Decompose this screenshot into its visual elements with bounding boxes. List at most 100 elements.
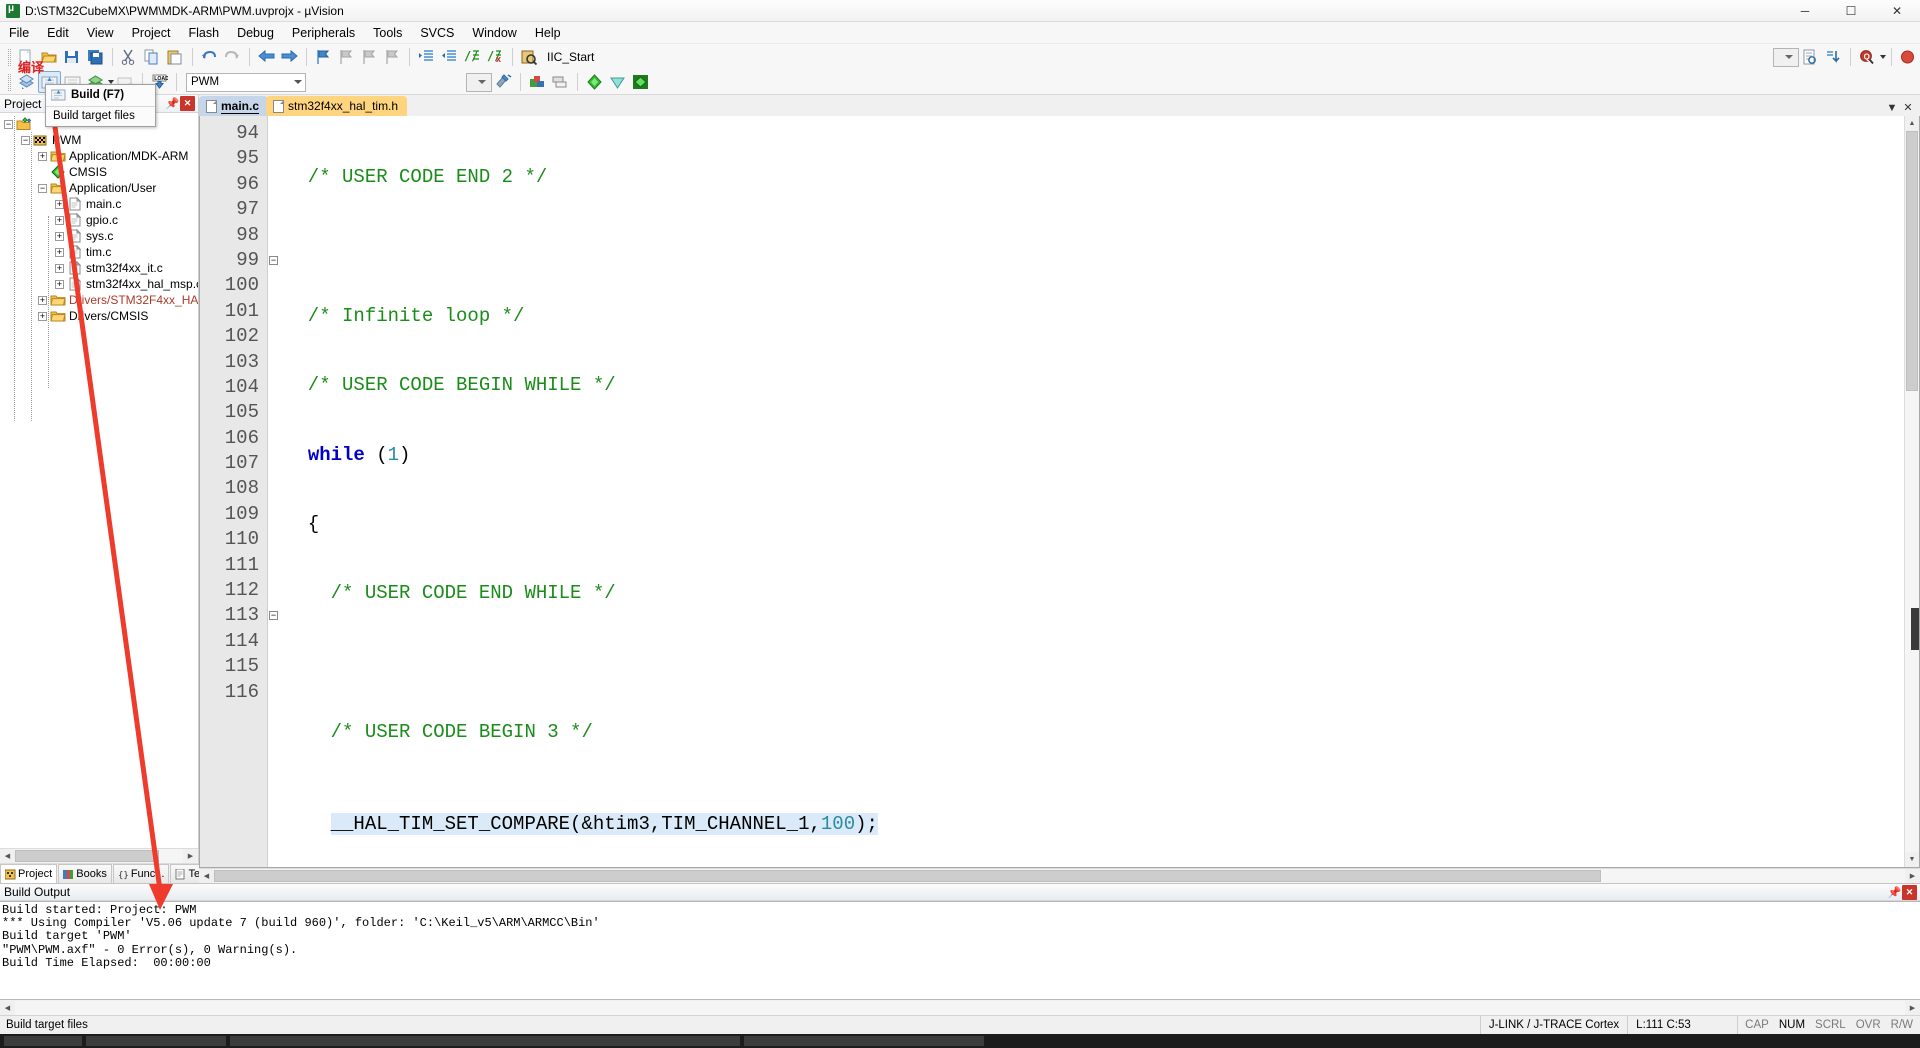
tree-expander[interactable]: − (21, 135, 30, 145)
tree-node-main-c[interactable]: + main.c (0, 196, 198, 212)
menu-peripherals[interactable]: Peripherals (283, 24, 364, 42)
scroll-left-arrow-icon[interactable]: ◀ (0, 849, 15, 863)
tree-expander[interactable]: + (55, 279, 64, 289)
find-next-icon[interactable] (1822, 46, 1845, 68)
copy-icon[interactable] (141, 46, 164, 68)
scrollbar-track[interactable] (15, 849, 183, 863)
scroll-down-arrow-icon[interactable]: ▼ (1905, 852, 1919, 867)
navigate-back-icon[interactable] (255, 46, 278, 68)
fold-toggle[interactable]: − (269, 255, 278, 265)
close-button[interactable]: ✕ (1874, 0, 1920, 22)
scroll-left-arrow-icon[interactable]: ◀ (199, 869, 214, 883)
close-icon[interactable]: ✕ (1902, 884, 1917, 900)
tree-node-cmsis[interactable]: CMSIS (0, 164, 198, 180)
build-output-text[interactable]: Build started: Project: PWM *** Using Co… (0, 901, 1920, 1000)
menu-help[interactable]: Help (526, 24, 570, 42)
tree-expander[interactable]: − (4, 119, 13, 129)
find-combo-input[interactable] (1773, 47, 1799, 67)
pane-tab-project[interactable]: Project (0, 864, 58, 883)
target-options-icon[interactable] (492, 71, 515, 93)
scrollbar-thumb[interactable] (214, 870, 1601, 882)
pin-icon[interactable]: 📌 (1887, 885, 1902, 900)
toolbar-grip[interactable] (8, 48, 11, 66)
scrollbar-thumb[interactable] (1906, 131, 1918, 391)
bookmark-next-icon[interactable] (358, 46, 381, 68)
menu-view[interactable]: View (78, 24, 123, 42)
manage-runtime-icon[interactable] (629, 71, 652, 93)
tree-node-drivers-cmsis[interactable]: + Drivers/CMSIS (0, 308, 198, 324)
scrollbar-track[interactable] (15, 1000, 1905, 1015)
editor-horizontal-scrollbar[interactable]: ◀ ▶ (199, 868, 1920, 883)
scrollbar-track[interactable] (214, 869, 1905, 883)
tree-expander[interactable]: + (55, 215, 64, 225)
close-icon[interactable]: ✕ (180, 96, 195, 111)
menu-tools[interactable]: Tools (364, 24, 411, 42)
save-icon[interactable] (61, 46, 84, 68)
scroll-right-arrow-icon[interactable]: ▶ (1905, 1000, 1920, 1015)
build-output-scrollbar[interactable]: ◀ ▶ (0, 1000, 1920, 1015)
magnifier-dropdown-icon[interactable] (1880, 55, 1886, 59)
tree-expander[interactable]: + (55, 199, 64, 209)
find-icon[interactable] (1799, 46, 1822, 68)
bookmark-prev-icon[interactable] (335, 46, 358, 68)
navigate-forward-icon[interactable] (278, 46, 301, 68)
tree-expander[interactable]: + (55, 263, 64, 273)
project-horizontal-scrollbar[interactable]: ◀ ▶ (0, 848, 198, 863)
menu-flash[interactable]: Flash (179, 24, 228, 42)
scroll-left-arrow-icon[interactable]: ◀ (0, 1000, 15, 1015)
redo-icon[interactable] (221, 46, 244, 68)
cut-icon[interactable] (118, 46, 141, 68)
code-viewport[interactable]: 94 95 96 97 98 99 100 101 102 103 104 10… (200, 116, 1904, 867)
toolbar-grip[interactable] (8, 73, 11, 91)
tree-node-gpio-c[interactable]: + gpio.c (0, 212, 198, 228)
tree-node-sys-c[interactable]: + sys.c (0, 228, 198, 244)
menu-debug[interactable]: Debug (228, 24, 283, 42)
save-all-icon[interactable] (84, 46, 107, 68)
undo-icon[interactable] (198, 46, 221, 68)
paste-icon[interactable] (164, 46, 187, 68)
project-combo[interactable] (466, 72, 492, 92)
tree-node-tim-c[interactable]: + tim.c (0, 244, 198, 260)
editor-tab-main-c[interactable]: main.c (199, 96, 269, 116)
tree-expander[interactable]: + (38, 295, 47, 305)
find-in-files-icon[interactable] (518, 46, 541, 68)
target-selector[interactable]: PWM (186, 72, 306, 92)
taskbar-item[interactable] (744, 1036, 984, 1046)
pack-installer-icon[interactable] (583, 71, 606, 93)
multi-project-icon[interactable] (606, 71, 629, 93)
tree-node-application-user[interactable]: − Application/User (0, 180, 198, 196)
minimize-button[interactable]: ─ (1782, 0, 1828, 22)
menu-svcs[interactable]: SVCS (411, 24, 463, 42)
tree-node-stm32f4xx-it-c[interactable]: + stm32f4xx_it.c (0, 260, 198, 276)
pane-tab-functions[interactable]: {} Func... (112, 864, 170, 883)
pane-tab-books[interactable]: Books (58, 864, 112, 883)
scrollbar-track[interactable] (1905, 131, 1919, 852)
editor-tab-stm32f4xx-hal-tim-h[interactable]: stm32f4xx_hal_tim.h (266, 96, 408, 116)
tree-expander[interactable]: − (38, 183, 47, 193)
taskbar-item[interactable] (86, 1036, 226, 1046)
tree-expander[interactable]: + (55, 247, 64, 257)
tree-node-application-mdk-arm[interactable]: + Application/MDK-ARM (0, 148, 198, 164)
start-debug-icon[interactable] (1897, 46, 1920, 68)
tab-list-dropdown-icon[interactable]: ▼ (1885, 102, 1899, 114)
magnifier-icon[interactable]: Q (1856, 46, 1879, 68)
fold-toggle[interactable]: − (269, 611, 278, 621)
scroll-up-arrow-icon[interactable]: ▲ (1905, 116, 1919, 131)
scroll-right-arrow-icon[interactable]: ▶ (1905, 869, 1920, 883)
tree-expander[interactable]: + (38, 151, 47, 161)
code-text[interactable]: /* USER CODE END 2 */ /* Infinite loop *… (281, 116, 1904, 867)
tree-expander[interactable]: + (38, 311, 47, 321)
taskbar-item[interactable] (230, 1036, 740, 1046)
pin-icon[interactable]: 📌 (165, 96, 180, 111)
menu-file[interactable]: File (0, 24, 38, 42)
uncomment-icon[interactable]: //x (484, 46, 507, 68)
tree-node-pwm[interactable]: − PWM (0, 132, 198, 148)
comment-icon[interactable]: // (461, 46, 484, 68)
tree-node-stm32f4xx-hal-msp-c[interactable]: + stm32f4xx_hal_msp.c (0, 276, 198, 292)
scrollbar-thumb[interactable] (15, 850, 160, 862)
menu-project[interactable]: Project (123, 24, 180, 42)
tree-expander[interactable]: + (55, 231, 64, 241)
maximize-button[interactable]: ☐ (1828, 0, 1874, 22)
bookmark-toggle-icon[interactable] (312, 46, 335, 68)
scroll-right-arrow-icon[interactable]: ▶ (183, 849, 198, 863)
